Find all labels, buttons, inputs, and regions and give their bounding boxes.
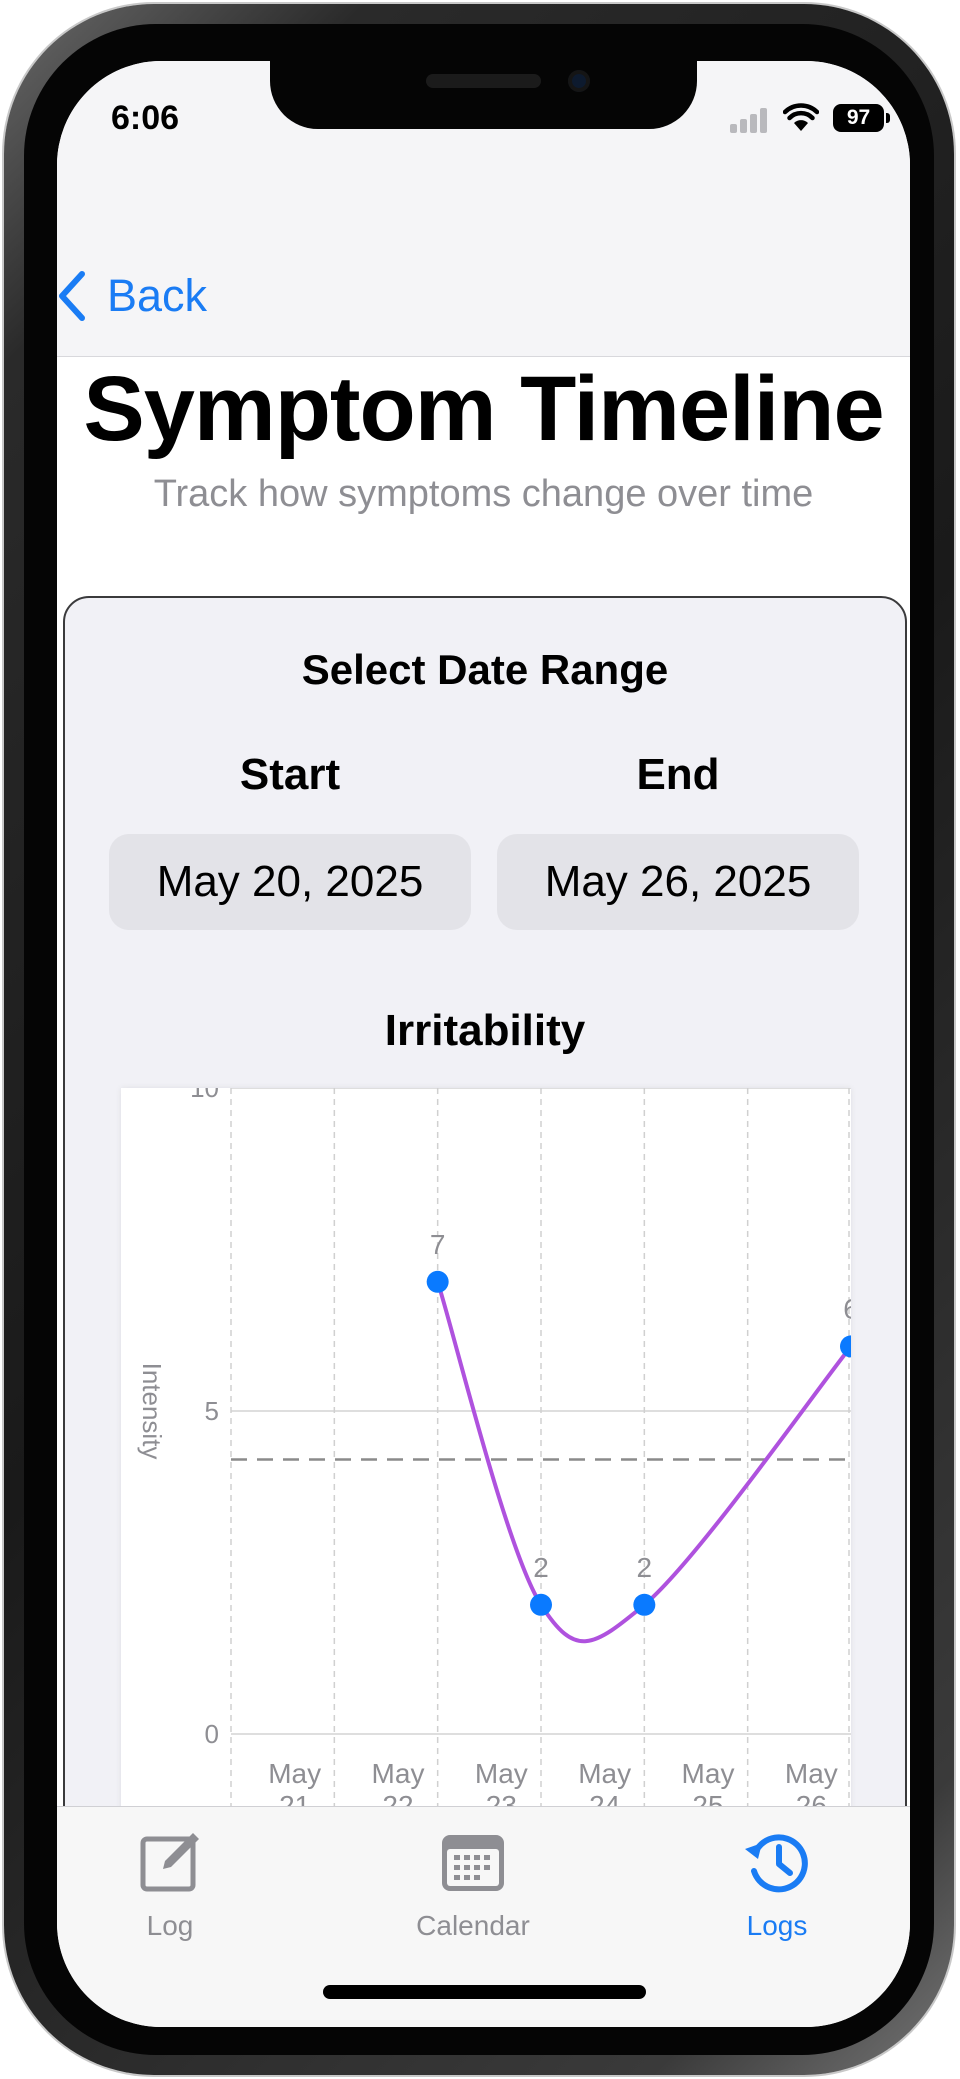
date-range-card: Select Date Range Start End May 20, 2025… (63, 596, 907, 1920)
irritability-chart: 0510May21May22May23May24May25May26Intens… (137, 1073, 862, 1894)
data-label: 6 (843, 1293, 851, 1324)
page-title: Symptom Timeline (83, 358, 884, 460)
navigation-bar: Back (57, 181, 910, 357)
back-label: Back (107, 270, 208, 321)
x-tick-label: May (475, 1758, 528, 1789)
start-date-picker[interactable]: May 20, 2025 (109, 834, 471, 930)
page-subtitle: Track how symptoms change over time (153, 473, 814, 515)
back-button[interactable]: Back (57, 261, 207, 331)
x-tick-label: May (682, 1758, 735, 1789)
data-label: 2 (637, 1552, 653, 1583)
data-point (633, 1593, 656, 1616)
speaker-grille (426, 74, 541, 88)
x-tick-label: May (268, 1758, 321, 1789)
compose-icon (140, 1833, 199, 1892)
chevron-left-icon (59, 271, 85, 321)
end-label: End (636, 750, 720, 799)
y-tick-label: 0 (205, 1719, 219, 1749)
x-tick-label: May (372, 1758, 425, 1789)
screen: 6:06 97 Back Symptom Timeline Track how … (57, 61, 910, 2027)
home-indicator (323, 1985, 646, 1999)
chart-container: 0510May21May22May23May24May25May26Intens… (121, 1073, 862, 1918)
data-point (840, 1335, 862, 1358)
notch (270, 61, 697, 129)
scroll-content[interactable]: Symptom Timeline Track how symptoms chan… (57, 357, 910, 1920)
chart-title: Irritability (384, 1006, 586, 1055)
tab-log[interactable]: Log (60, 1827, 280, 1942)
tab-log-label: Log (146, 1910, 194, 1941)
data-label: 7 (430, 1229, 446, 1260)
tab-calendar-label: Calendar (416, 1910, 530, 1941)
status-time: 6:06 (111, 99, 180, 137)
y-axis-label: Intensity (137, 1363, 167, 1460)
front-camera (568, 70, 590, 92)
y-tick-label: 5 (205, 1396, 219, 1426)
history-icon (745, 1834, 808, 1893)
tab-logs[interactable]: Logs (667, 1827, 887, 1942)
data-point (426, 1270, 449, 1293)
y-tick-label: 10 (190, 1088, 219, 1103)
battery-icon: 97 (833, 104, 890, 132)
cellular-signal-icon (730, 107, 770, 133)
data-label: 2 (533, 1552, 549, 1583)
x-tick-label: May (578, 1758, 631, 1789)
tab-calendar[interactable]: Calendar (363, 1827, 583, 1942)
date-range-heading: Select Date Range (301, 646, 669, 693)
start-label: Start (239, 750, 341, 799)
x-tick-label: May (785, 1758, 838, 1789)
end-date-picker[interactable]: May 26, 2025 (497, 834, 859, 930)
wifi-icon (783, 103, 819, 131)
data-point (530, 1593, 552, 1616)
calendar-icon (442, 1835, 504, 1891)
tab-logs-label: Logs (746, 1910, 808, 1941)
